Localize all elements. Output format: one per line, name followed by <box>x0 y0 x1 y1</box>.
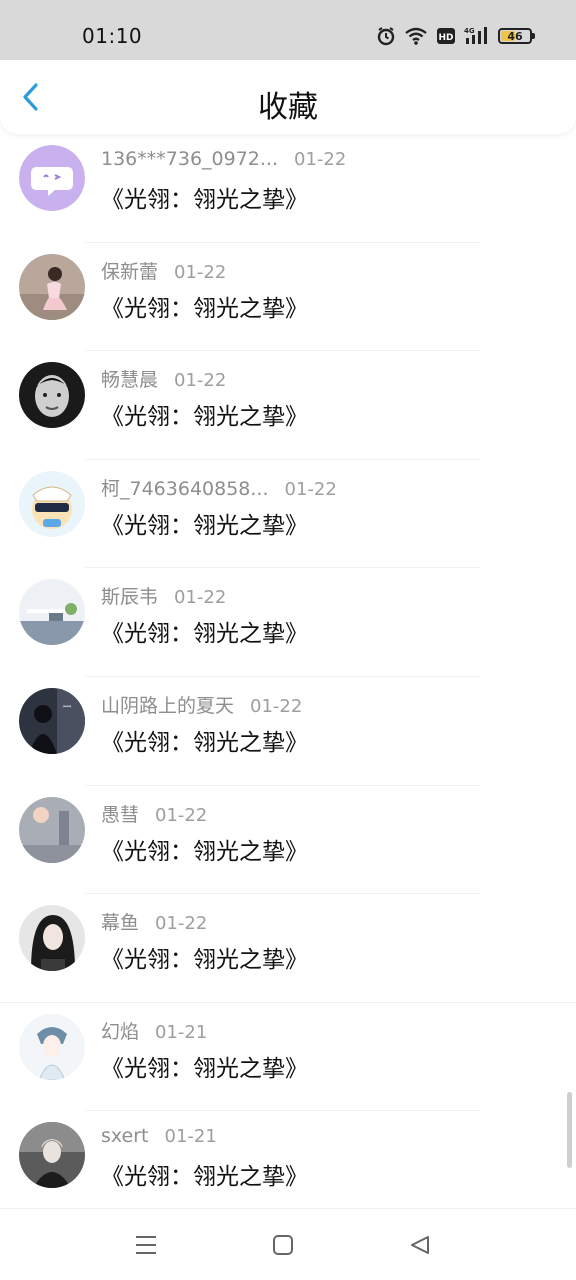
list-item[interactable]: ꟷ 山阴路上的夏天 01-22 《光翎：翎光之挚》 <box>0 677 576 786</box>
list-item[interactable]: 愚彗 01-22 《光翎：翎光之挚》 <box>0 786 576 895</box>
item-date: 01-22 <box>155 913 208 935</box>
work-title: 《光翎：翎光之挚》 <box>101 295 308 322</box>
user-name: 斯辰韦 <box>101 586 159 609</box>
work-title: 《光翎：翎光之挚》 <box>101 404 308 431</box>
item-meta: 斯辰韦 01-22 <box>101 582 226 609</box>
user-name: 保新蕾 <box>101 260 159 283</box>
status-icons: HD 4G 46 <box>376 26 535 46</box>
item-meta: 保新蕾 01-22 <box>101 257 226 284</box>
item-date: 01-22 <box>174 370 227 392</box>
list-item[interactable]: 柯_7463640858... 01-22 《光翎：翎光之挚》 <box>0 460 576 569</box>
avatar[interactable]: ꟷ <box>19 687 85 754</box>
avatar[interactable] <box>19 1013 85 1080</box>
item-date: 01-22 <box>155 804 208 826</box>
page-title: 收藏 <box>258 90 318 125</box>
item-date: 01-22 <box>294 149 347 170</box>
item-meta: 柯_7463640858... 01-22 <box>101 474 337 501</box>
avatar[interactable] <box>19 145 85 211</box>
item-date: 01-21 <box>164 1126 217 1148</box>
item-meta: 幕鱼 01-22 <box>101 908 207 935</box>
avatar[interactable] <box>19 470 85 537</box>
item-meta: 愚彗 01-22 <box>101 800 207 827</box>
menu-button[interactable] <box>132 1231 160 1259</box>
work-title: 《光翎：翎光之挚》 <box>101 838 308 865</box>
item-meta: 畅慧晨 01-22 <box>101 365 226 392</box>
user-name: 136***736_0972... <box>101 148 279 170</box>
item-date: 01-22 <box>174 261 227 283</box>
header: 收藏 <box>0 60 576 134</box>
favorites-list: 136***736_0972... 01-22 《光翎：翎光之挚》 保新蕾 01… <box>0 134 576 1220</box>
work-title: 《光翎：翎光之挚》 <box>101 947 308 974</box>
scrollbar[interactable] <box>567 1092 572 1168</box>
signal-4g-icon: 4G <box>464 26 490 46</box>
home-button[interactable] <box>269 1231 297 1259</box>
system-nav-bar <box>0 1208 576 1280</box>
menu-icon <box>136 1236 156 1254</box>
item-date: 01-22 <box>250 695 303 717</box>
list-item[interactable]: 幕鱼 01-22 《光翎：翎光之挚》 <box>0 894 576 1003</box>
list-item[interactable]: 保新蕾 01-22 《光翎：翎光之挚》 <box>0 243 576 352</box>
work-title: 《光翎：翎光之挚》 <box>101 512 308 539</box>
wifi-icon <box>404 26 428 46</box>
avatar[interactable] <box>19 1122 85 1189</box>
item-meta: 山阴路上的夏天 01-22 <box>101 691 302 718</box>
svg-text:ꟷ: ꟷ <box>63 702 71 713</box>
work-title: 《光翎：翎光之挚》 <box>101 1164 308 1191</box>
avatar[interactable] <box>19 579 85 646</box>
work-title: 《光翎：翎光之挚》 <box>101 729 308 756</box>
alarm-icon <box>376 26 396 46</box>
battery-icon: 46 <box>498 28 535 44</box>
user-name: sxert <box>101 1125 149 1148</box>
user-name: 畅慧晨 <box>101 369 159 392</box>
user-name: 幻焰 <box>101 1020 140 1043</box>
home-square-icon <box>273 1235 293 1255</box>
svg-text:HD: HD <box>438 33 453 43</box>
item-meta: 幻焰 01-21 <box>101 1017 207 1044</box>
list-item[interactable]: 幻焰 01-21 《光翎：翎光之挚》 <box>0 1003 576 1112</box>
work-title: 《光翎：翎光之挚》 <box>101 621 308 648</box>
avatar[interactable] <box>19 362 85 429</box>
user-name: 柯_7463640858... <box>101 477 269 500</box>
back-nav-button[interactable] <box>406 1231 434 1259</box>
user-name: 山阴路上的夏天 <box>101 694 235 717</box>
user-name: 愚彗 <box>101 803 140 826</box>
item-meta: sxert 01-21 <box>101 1125 217 1147</box>
list-item[interactable]: 畅慧晨 01-22 《光翎：翎光之挚》 <box>0 351 576 460</box>
status-time: 01:10 <box>82 24 143 48</box>
user-name: 幕鱼 <box>101 912 140 935</box>
avatar[interactable] <box>19 796 85 863</box>
item-date: 01-21 <box>155 1021 208 1043</box>
item-meta: 136***736_0972... 01-22 <box>101 148 346 170</box>
list-item[interactable]: 斯辰韦 01-22 《光翎：翎光之挚》 <box>0 568 576 677</box>
list-item[interactable]: sxert 01-21 《光翎：翎光之挚》 <box>0 1111 576 1220</box>
avatar[interactable] <box>19 253 85 320</box>
work-title: 《光翎：翎光之挚》 <box>101 187 308 213</box>
work-title: 《光翎：翎光之挚》 <box>101 1055 308 1082</box>
svg-text:4G: 4G <box>464 27 475 35</box>
status-bar: 01:10 HD 4G 46 <box>0 0 576 60</box>
avatar[interactable] <box>19 905 85 972</box>
battery-level: 46 <box>507 29 523 43</box>
hd-icon: HD <box>436 27 456 45</box>
back-triangle-icon <box>411 1236 429 1254</box>
list-item[interactable]: 136***736_0972... 01-22 《光翎：翎光之挚》 <box>0 134 576 243</box>
item-date: 01-22 <box>284 478 337 500</box>
item-date: 01-22 <box>174 587 227 609</box>
